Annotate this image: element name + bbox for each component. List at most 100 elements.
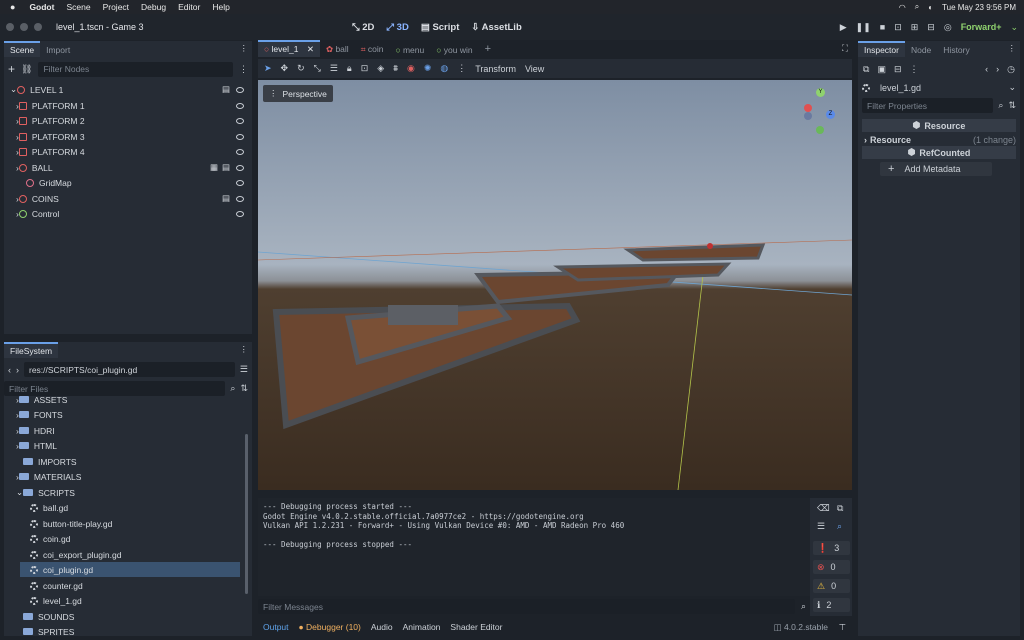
eye-icon[interactable] [236,210,244,217]
file-item-selected[interactable]: coi_plugin.gd [20,562,240,577]
add-metadata-button[interactable]: + Add Metadata [880,162,992,176]
menu-editor[interactable]: Editor [178,2,200,12]
folder-imports[interactable]: IMPORTS [4,454,242,469]
snap-icon[interactable]: ⩩ [393,63,398,74]
tree-node-gridmap[interactable]: GridMap [4,175,252,190]
collapse-icon[interactable]: ☰ [817,521,825,532]
pause-icon[interactable]: ❚❚ [856,22,871,33]
play-custom-icon[interactable]: ⊟ [927,22,935,33]
mode-3d-button[interactable]: ⤢ 3D [386,22,408,33]
eye-icon[interactable] [236,195,244,202]
file-item[interactable]: button-title-play.gd [4,516,242,531]
filter-nodes-input[interactable]: Filter Nodes [38,61,233,77]
tree-node-control[interactable]: › Control [4,206,252,221]
link-icon[interactable]: ⛓ [21,64,32,75]
gizmo-y-icon[interactable]: Y [816,88,825,97]
distraction-free-icon[interactable]: ⛶ [842,43,848,54]
play-scene-icon[interactable]: ⊞ [911,22,919,33]
local-space-icon[interactable]: ◈ [377,63,384,74]
group-icon[interactable]: ⊡ [361,63,369,74]
view-menu[interactable]: View [525,64,544,74]
lock-icon[interactable]: 🔒︎ [347,63,352,74]
folder-hdri[interactable]: › HDRI [4,423,242,438]
filter-properties-input[interactable]: Filter Properties [862,98,994,113]
mode-script-button[interactable]: ▤ Script [421,22,460,33]
window-close-button[interactable] [6,23,14,31]
list-select-icon[interactable]: ☰ [330,63,338,74]
folder-materials[interactable]: › MATERIALS [4,469,242,484]
history-forward-icon[interactable]: › [996,64,999,74]
tab-debugger[interactable]: ● Debugger (10) [299,622,361,632]
inspector-menu-icon[interactable]: ⋮ [910,64,919,75]
app-menu[interactable]: Godot [29,2,54,12]
tree-node-platform3[interactable]: › PLATFORM 3 [4,129,252,144]
tab-history[interactable]: History [937,43,975,57]
file-item[interactable]: coin.gd [4,531,242,546]
view-gizmo[interactable]: Y Z [800,88,840,136]
renderer-select[interactable]: Forward+ [961,22,1002,32]
remote-debug-icon[interactable]: ⊡ [894,22,902,33]
tab-audio[interactable]: Audio [371,622,393,632]
scene-tab-coin[interactable]: ⌗ coin [355,42,390,57]
viewport-3d[interactable]: ⋮ Perspective Y Z [258,80,852,490]
window-zoom-button[interactable] [34,23,42,31]
tab-import[interactable]: Import [40,43,76,57]
error-toggle[interactable]: ⊗ 0 [813,560,850,574]
resource-selector[interactable]: level_1.gd ⌄ [862,80,1016,95]
filter-messages-input[interactable]: Filter Messages [258,599,795,614]
tab-inspector[interactable]: Inspector [858,41,905,57]
play-icon[interactable]: ▶ [840,22,847,33]
add-node-icon[interactable]: + [8,62,15,76]
transform-menu[interactable]: Transform [475,64,516,74]
tree-node-coins[interactable]: › COINS ▤ [4,191,252,206]
add-tab-icon[interactable]: + [479,41,497,57]
sun-icon[interactable]: ✺ [424,63,432,74]
new-resource-icon[interactable]: ⧉ [863,64,869,75]
object-history-icon[interactable]: ◷ [1007,64,1015,75]
tree-node-platform1[interactable]: › PLATFORM 1 [4,98,252,113]
folder-scripts[interactable]: ⌄ SCRIPTS [4,485,242,500]
eye-icon[interactable] [236,86,244,93]
scene-tab-youwin[interactable]: ○ you win [430,43,478,57]
wifi-icon[interactable]: ◠ [899,3,906,12]
tab-scene[interactable]: Scene [4,41,41,57]
warning-toggle[interactable]: ⚠ 0 [813,579,850,593]
folder-assets[interactable]: › ASSETS [4,392,242,407]
file-item[interactable]: coi_export_plugin.gd [4,547,242,562]
menu-help[interactable]: Help [212,2,229,12]
scene-filter-menu-icon[interactable]: ⋮ [239,64,248,75]
apple-icon[interactable]: ● [10,2,15,12]
scene-tab-menu[interactable]: ○ menu [389,43,430,57]
tree-node-level1[interactable]: ⌄ LEVEL 1 ▤ [4,82,252,97]
stop-icon[interactable]: ■ [880,22,885,32]
tab-node[interactable]: Node [905,43,937,57]
gizmo-y-neg-icon[interactable] [816,126,824,134]
chevron-down-icon[interactable]: ⌄ [1008,82,1016,93]
search-icon[interactable]: ⌕ [915,2,919,12]
copy-icon[interactable]: ⧉ [837,503,843,514]
eye-icon[interactable] [236,179,244,186]
tab-output[interactable]: Output [263,622,289,632]
move-tool-icon[interactable]: ✥ [281,63,289,74]
folder-fonts[interactable]: › FONTS [4,407,242,422]
folder-sprites[interactable]: SPRITES [4,624,242,636]
tab-animation[interactable]: Animation [403,622,441,632]
folder-sounds[interactable]: SOUNDS [4,609,242,624]
camera-icon[interactable]: ◉ [407,63,415,74]
control-center-icon[interactable]: ◐ [928,3,933,12]
rotate-tool-icon[interactable]: ↻ [297,63,305,74]
clapper-icon[interactable]: ▦ [210,162,218,173]
search-output-icon[interactable]: ⌕ [837,521,842,532]
select-tool-icon[interactable]: ➤ [264,63,272,74]
back-icon[interactable]: ‹ [8,365,11,375]
close-icon[interactable]: ✕ [307,44,314,54]
tree-node-platform4[interactable]: › PLATFORM 4 [4,144,252,159]
split-view-icon[interactable]: ☰ [240,364,248,375]
errors-toggle[interactable]: ❗ 3 [813,541,850,555]
file-tree-scrollbar[interactable] [245,434,248,594]
dock-menu-icon[interactable]: ⋮ [240,344,249,355]
dock-menu-icon[interactable]: ⋮ [1008,43,1017,54]
tab-shader-editor[interactable]: Shader Editor [450,622,502,632]
file-item[interactable]: counter.gd [4,578,242,593]
file-item[interactable]: level_1.gd [4,593,242,608]
